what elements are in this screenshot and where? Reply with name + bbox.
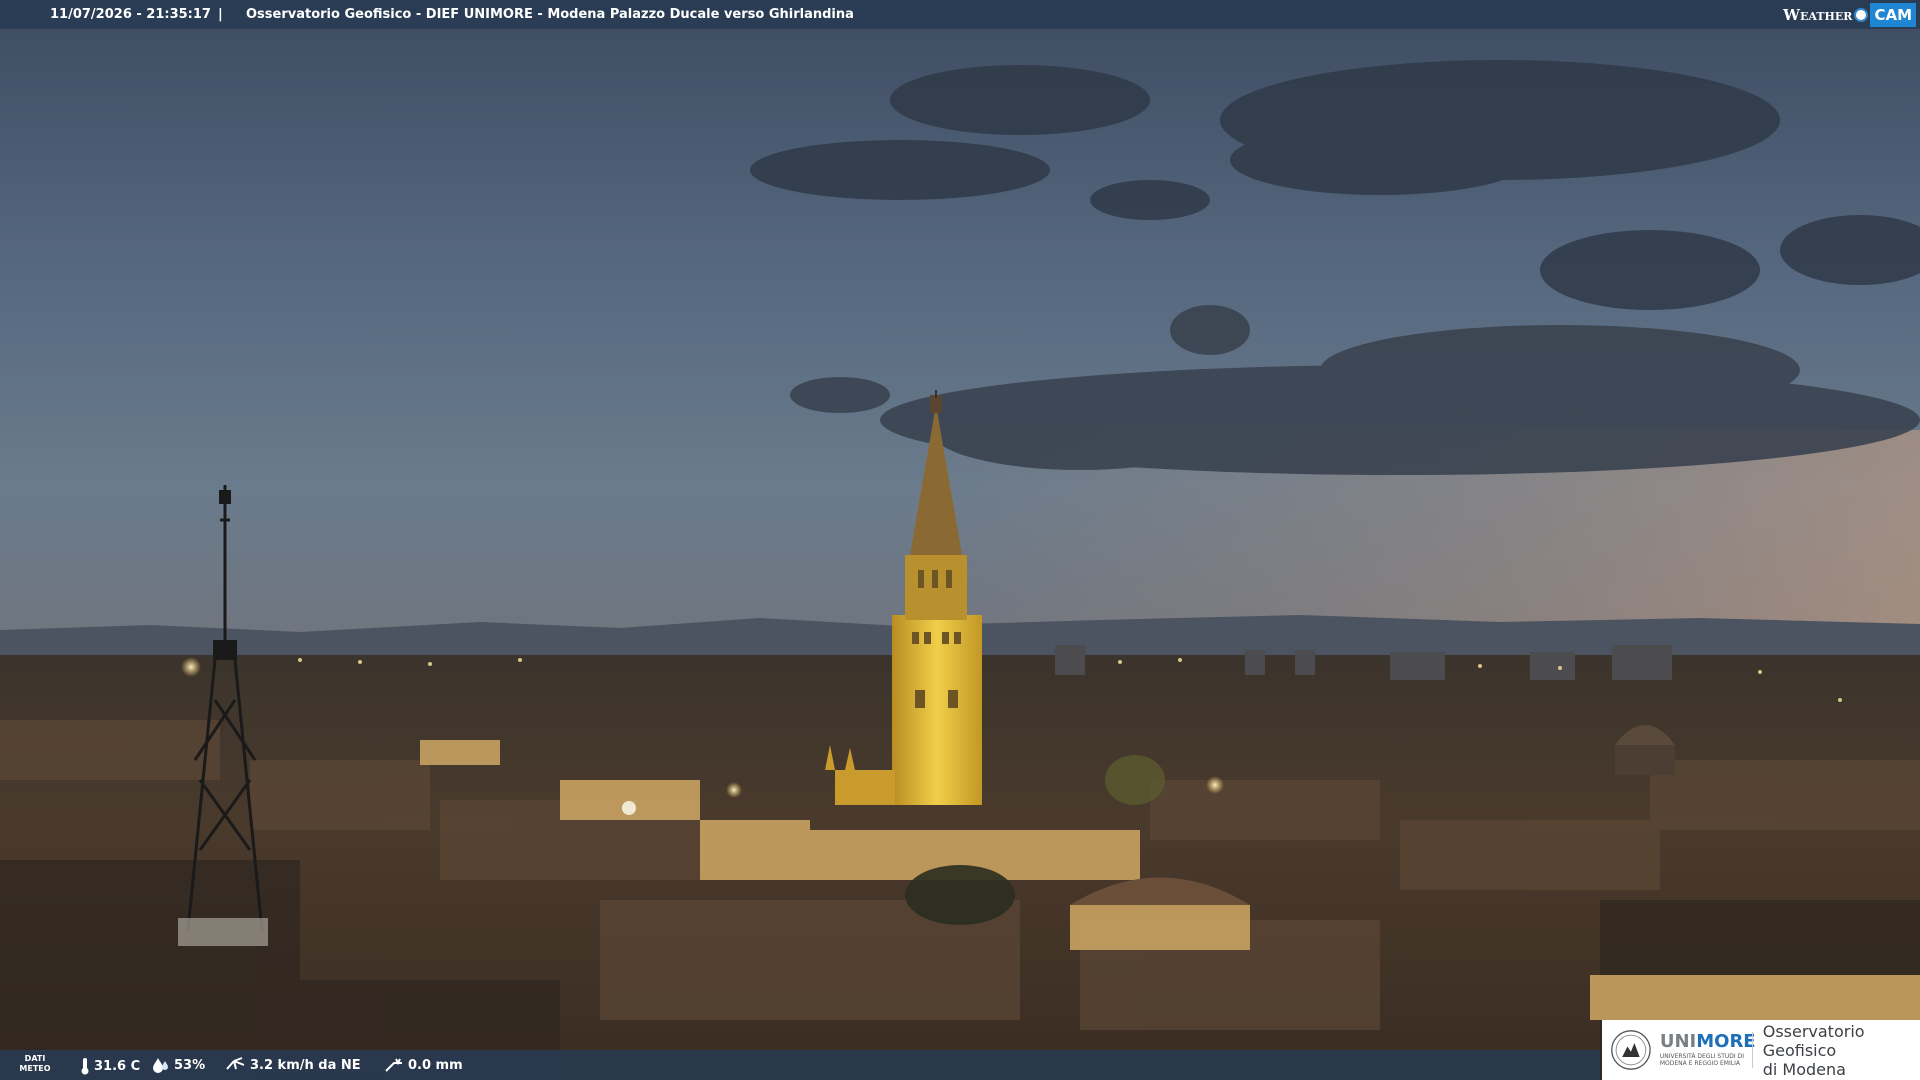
- timestamp: 11/07/2026 - 21:35:17: [50, 7, 211, 22]
- observatory-name: Osservatorio Geofisico di Modena: [1762, 1021, 1865, 1079]
- rain-gauge-icon: [385, 1058, 402, 1072]
- temperature-value: 31.6 C: [94, 1058, 141, 1074]
- brand-weather-text: Weather: [1783, 5, 1853, 24]
- meteo-label: DATI METEO: [19, 1054, 51, 1073]
- weather-data-bar: DATI METEO 31.6 C 53% 3.2 km/h da NE 0.0…: [0, 1050, 1600, 1080]
- unimore-wordmark: UNIMORE UNIVERSITÀ DEGLI STUDI DI MODENA…: [1659, 1031, 1756, 1068]
- humidity-value: 53%: [174, 1057, 206, 1073]
- humidity-reading: 53%: [152, 1057, 205, 1073]
- brand-dot-icon: [1854, 7, 1869, 22]
- wind-icon: [226, 1057, 245, 1070]
- separator: |: [218, 7, 223, 22]
- top-info-bar: 11/07/2026 - 21:35:17 | Osservatorio Geo…: [0, 0, 1920, 29]
- university-seal-icon: [1611, 1030, 1651, 1070]
- water-drop-icon: [153, 1058, 168, 1073]
- logo-divider: [1751, 1032, 1753, 1068]
- rain-value: 0.0 mm: [408, 1057, 463, 1073]
- temperature-reading: 31.6 C: [80, 1057, 140, 1075]
- wind-reading: 3.2 km/h da NE: [226, 1057, 361, 1073]
- thermometer-icon: [81, 1058, 89, 1075]
- camera-caption: Osservatorio Geofisico - DIEF UNIMORE - …: [246, 7, 854, 22]
- brand-cam-text: CAM: [1870, 2, 1916, 27]
- observatory-logo-panel: UNIMORE UNIVERSITÀ DEGLI STUDI DI MODENA…: [1602, 1020, 1920, 1080]
- rain-reading: 0.0 mm: [384, 1057, 463, 1073]
- webcam-image: [0, 0, 1920, 1080]
- weathercam-logo: Weather CAM: [1783, 0, 1920, 29]
- wind-value: 3.2 km/h da NE: [250, 1057, 361, 1073]
- webcam-frame: 11/07/2026 - 21:35:17 | Osservatorio Geo…: [0, 0, 1920, 1080]
